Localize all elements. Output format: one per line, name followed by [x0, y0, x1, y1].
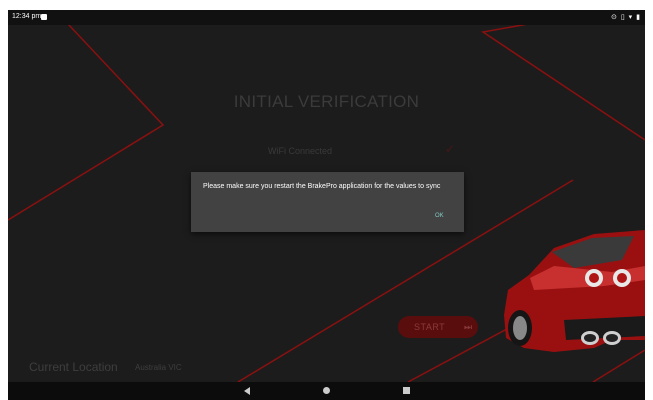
- car-image: [504, 230, 645, 352]
- image-notification-icon: [41, 14, 47, 20]
- vibrate-icon: ▯: [620, 14, 626, 21]
- car-tail-light-1-inner: [589, 273, 599, 283]
- car-exhaust-1-inner: [584, 334, 596, 342]
- wifi-status-label: WiFi Connected: [268, 146, 333, 156]
- skip-forward-icon: ⏭: [464, 322, 473, 332]
- start-button[interactable]: START ⏭: [398, 316, 478, 338]
- recents-icon[interactable]: [403, 387, 410, 394]
- decor-line-left: [8, 23, 165, 221]
- decor-line-top-right: [481, 23, 645, 141]
- car-exhaust-2-inner: [606, 334, 618, 342]
- navigation-bar: [8, 382, 645, 400]
- dialog-message: Please make sure you restart the BrakePr…: [203, 183, 441, 190]
- checkmark-icon: ✓: [445, 142, 456, 156]
- status-time: 12:34 pm: [12, 13, 42, 20]
- restart-dialog: Please make sure you restart the BrakePr…: [191, 172, 464, 232]
- battery-icon: ▮: [636, 14, 641, 21]
- ok-button[interactable]: OK: [435, 213, 444, 219]
- car-front-rim: [513, 316, 527, 340]
- app-screen: 12:34 pm ⊙ ▯ ▾ ▮ INITIAL VERIFICATION Wi…: [8, 10, 645, 400]
- back-icon[interactable]: [244, 387, 250, 395]
- car-tail-light-2-inner: [617, 273, 627, 283]
- current-location-value: Australia VIC: [135, 363, 182, 372]
- location-icon: ⊙: [611, 14, 618, 21]
- wifi-icon: ▾: [628, 14, 634, 21]
- current-location-label: Current Location: [29, 360, 118, 374]
- start-label: START: [414, 322, 446, 332]
- status-icons: ⊙ ▯ ▾ ▮: [611, 13, 641, 21]
- page-title: INITIAL VERIFICATION: [233, 92, 420, 111]
- home-icon[interactable]: [323, 387, 330, 394]
- status-bar: 12:34 pm ⊙ ▯ ▾ ▮: [8, 10, 645, 25]
